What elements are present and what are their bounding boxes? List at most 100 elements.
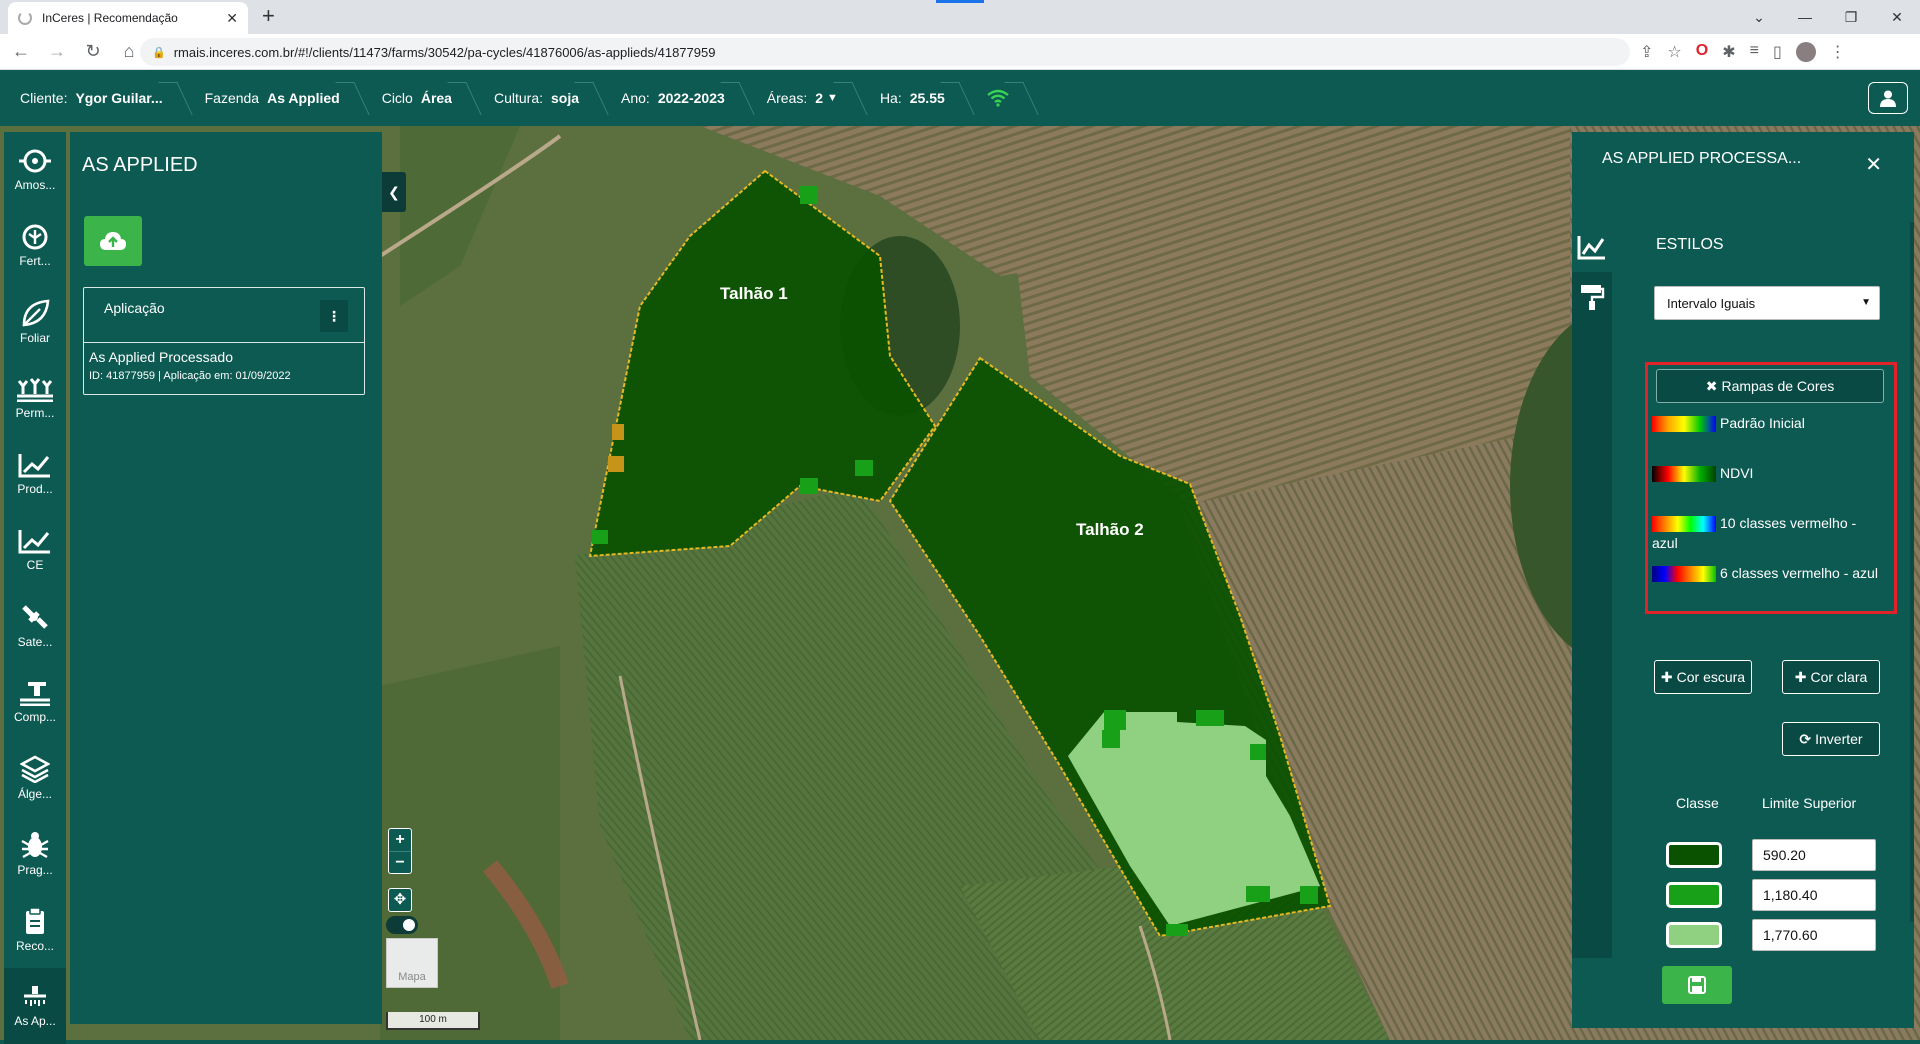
user-profile-button[interactable] [1868, 82, 1908, 114]
rail-item-as-applied[interactable]: As Ap... [4, 968, 66, 1044]
breadcrumb-crop[interactable]: Cultura: soja [474, 70, 601, 126]
class-column-header: Classe [1676, 795, 1719, 811]
rail-label: As Ap... [14, 1014, 56, 1028]
share-icon[interactable]: ⇪ [1640, 42, 1653, 62]
forward-icon[interactable]: → [42, 41, 72, 62]
rail-item-fertility[interactable]: Fert... [4, 208, 66, 284]
profile-avatar[interactable] [1795, 42, 1816, 62]
rail-item-satellite[interactable]: Sate... [4, 588, 66, 664]
more-options-icon[interactable]: ⋮ [320, 300, 348, 332]
lock-icon[interactable]: 🔒 [152, 46, 166, 59]
class-color-swatch[interactable] [1666, 922, 1722, 948]
minimize-icon[interactable]: — [1782, 9, 1828, 25]
permanent-crop-icon [17, 378, 53, 402]
rail-item-permanent[interactable]: Perm... [4, 360, 66, 436]
extensions-puzzle-icon[interactable]: ✱ [1722, 42, 1735, 62]
ha-value: 25.55 [909, 90, 945, 106]
farm-label: Fazenda [204, 90, 260, 106]
application-card-header: Aplicação ⋮ [84, 288, 364, 343]
restore-icon[interactable]: ❐ [1828, 9, 1874, 26]
client-label: Cliente: [20, 90, 68, 106]
basemap-switcher[interactable]: Mapa [386, 938, 438, 988]
ramp-option-ndvi[interactable]: NDVI [1652, 463, 1882, 483]
bug-icon [21, 832, 49, 859]
zoom-out-button[interactable]: − [389, 851, 411, 873]
year-value: 2022-2023 [657, 90, 725, 106]
rail-label: Sate... [17, 635, 53, 649]
pan-icon[interactable]: ✥ [388, 888, 412, 912]
layers-icon [20, 755, 50, 783]
collapse-panel-button[interactable]: ❮ [382, 172, 406, 212]
rail-item-productivity[interactable]: Prod... [4, 436, 66, 512]
bookmark-star-icon[interactable]: ☆ [1667, 42, 1681, 62]
back-icon[interactable]: ← [6, 41, 36, 62]
rail-item-recommendation[interactable]: Reco... [4, 892, 66, 968]
style-panel: AS APPLIED PROCESSA... ✕ ESTILOS Interva… [1572, 132, 1914, 1028]
rail-item-compaction[interactable]: Comp... [4, 664, 66, 740]
rail-label: Perm... [15, 406, 55, 420]
close-tab-icon[interactable]: ✕ [226, 10, 238, 27]
breadcrumb-cycle[interactable]: Ciclo Área [362, 70, 474, 126]
class-limit-input[interactable]: 1,180.40 [1752, 879, 1876, 911]
paint-roller-icon [1581, 285, 1605, 310]
tab-styles[interactable] [1572, 272, 1612, 322]
rail-label: Reco... [15, 939, 54, 953]
opera-extension-icon[interactable]: O [1696, 42, 1708, 62]
application-list-item[interactable]: As Applied Processado ID: 41877959 | Apl… [84, 343, 364, 388]
breadcrumb-farm[interactable]: Fazenda As Applied [185, 70, 362, 126]
panel-scrollbar[interactable] [1910, 222, 1914, 922]
browser-tab[interactable]: InCeres | Recomendação ✕ [8, 2, 248, 34]
zoom-in-button[interactable]: + [389, 829, 411, 851]
year-label: Ano: [621, 90, 650, 106]
rail-item-conductivity[interactable]: CE [4, 512, 66, 588]
classification-select[interactable]: Intervalo Iguais ▼ [1654, 286, 1880, 320]
class-limit-input[interactable]: 1,770.60 [1752, 919, 1876, 951]
light-color-label: Cor clara [1810, 669, 1868, 685]
areas-value: 2 [815, 90, 824, 106]
browser-tab-bar: InCeres | Recomendação ✕ + ⌄ — ❐ ✕ [0, 0, 1920, 34]
rail-label: Foliar [19, 331, 50, 345]
color-ramps-title: Rampas de Cores [1721, 378, 1835, 394]
class-limit-input[interactable]: 590.20 [1752, 839, 1876, 871]
save-button[interactable] [1662, 966, 1732, 1004]
rail-label: CE [26, 558, 44, 572]
field-2-label: Talhão 2 [1076, 520, 1144, 539]
browser-menu-icon[interactable]: ⋮ [1830, 42, 1846, 62]
loading-indicator [936, 0, 984, 3]
breadcrumb-client[interactable]: Cliente: Ygor Guilar... [0, 70, 185, 126]
style-panel-title: AS APPLIED PROCESSA... [1602, 150, 1802, 167]
loading-spinner-icon [18, 11, 32, 25]
tab-chart[interactable] [1572, 222, 1612, 272]
rail-item-foliar[interactable]: Foliar [4, 284, 66, 360]
address-bar: ← → ↻ ⌂ 🔒 rmais.inceres.com.br/#!/client… [0, 34, 1920, 70]
light-color-button[interactable]: ✚ Cor clara [1782, 660, 1880, 694]
rail-label: Comp... [13, 710, 56, 724]
class-color-swatch[interactable] [1666, 842, 1722, 868]
color-ramps-header[interactable]: ✖ Rampas de Cores [1656, 369, 1884, 403]
ramp-option-10-classes[interactable]: 10 classes vermelho - azul [1652, 513, 1882, 553]
ramp-gradient [1652, 566, 1716, 583]
upload-button[interactable] [84, 216, 142, 266]
rail-item-sampling[interactable]: Amos... [4, 132, 66, 208]
ramp-option-default[interactable]: Padrão Inicial [1652, 413, 1882, 433]
plus-icon: ✚ [1794, 668, 1807, 685]
new-tab-icon[interactable]: + [262, 5, 275, 27]
class-color-swatch[interactable] [1666, 882, 1722, 908]
ramp-option-6-classes[interactable]: 6 classes vermelho - azul [1652, 563, 1882, 583]
close-window-icon[interactable]: ✕ [1874, 9, 1920, 26]
reload-icon[interactable]: ↻ [78, 41, 108, 62]
rail-item-algebra[interactable]: Álge... [4, 740, 66, 816]
dark-color-button[interactable]: ✚ Cor escura [1654, 660, 1752, 694]
tab-search-icon[interactable]: ⌄ [1736, 9, 1782, 26]
invert-button[interactable]: ⟳ Inverter [1782, 722, 1880, 756]
module-rail: Amos... Fert... Foliar Perm... Prod... C… [4, 132, 66, 1044]
layer-toggle[interactable] [386, 916, 418, 934]
rail-label: Amos... [14, 178, 56, 192]
reading-list-icon[interactable]: ≡ [1750, 42, 1759, 62]
breadcrumb-areas[interactable]: Áreas: 2 ▼ [747, 70, 860, 126]
breadcrumb-year[interactable]: Ano: 2022-2023 [601, 70, 747, 126]
rail-item-pests[interactable]: Prag... [4, 816, 66, 892]
close-icon[interactable]: ✕ [1865, 152, 1882, 177]
side-panel-icon[interactable]: ▯ [1773, 42, 1782, 62]
url-field[interactable]: 🔒 rmais.inceres.com.br/#!/clients/11473/… [140, 38, 1630, 66]
